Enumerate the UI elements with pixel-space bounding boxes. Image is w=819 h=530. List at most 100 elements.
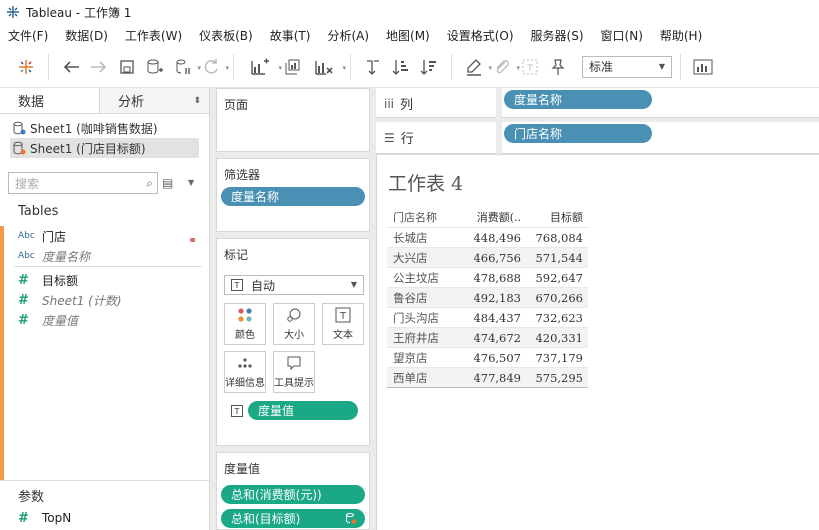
mark-type-select[interactable]: T 自动 ▼	[224, 275, 364, 295]
table-row[interactable]: 长城店 448,496 768,084	[387, 227, 588, 247]
worksheet-title[interactable]: 工作表 4	[388, 169, 463, 196]
menu-analysis[interactable]: 分析(A)	[327, 27, 369, 44]
tab-data[interactable]: 数据	[0, 88, 100, 113]
chevron-down-icon[interactable]: ▼	[188, 178, 194, 187]
pause-updates-icon[interactable]: ▾	[169, 53, 201, 81]
menu-help[interactable]: 帮助(H)	[660, 27, 702, 44]
color-button[interactable]: 颜色	[224, 303, 266, 345]
show-me-icon[interactable]	[689, 53, 717, 81]
string-type-icon: Abc	[18, 251, 35, 261]
param-topn[interactable]: # TopN	[18, 508, 71, 528]
toolbar-separator	[233, 53, 234, 80]
filters-card-title: 筛选器	[224, 168, 261, 182]
tooltip-button[interactable]: 工具提示	[273, 351, 315, 393]
measure-pill-sales[interactable]: 总和(消费额(元))	[221, 485, 365, 504]
table-row[interactable]: 望京店 476,507 737,179	[387, 347, 588, 367]
menu-data[interactable]: 数据(D)	[65, 27, 108, 44]
table-bottom-border	[387, 387, 588, 388]
pages-card[interactable]: 页面	[216, 88, 370, 152]
pin-axes-icon[interactable]	[544, 53, 572, 81]
pill-label: 门店名称	[514, 127, 563, 141]
menu-worksheet[interactable]: 工作表(W)	[125, 27, 182, 44]
columns-shelf[interactable]: iii 列 度量名称	[376, 88, 819, 118]
field-count[interactable]: # Sheet1 (计数)	[18, 290, 122, 310]
highlight-icon[interactable]: ▾	[460, 53, 492, 81]
header-target[interactable]: 目标额	[525, 207, 588, 227]
measure-pill-target[interactable]: 总和(目标额)	[221, 509, 365, 528]
filters-card[interactable]: 筛选器 度量名称	[216, 158, 370, 232]
columns-icon: iii	[384, 96, 395, 111]
marks-card: 标记 T 自动 ▼ 颜色 大小 T 文本 详细信息 工具提示 T 度量值	[216, 238, 370, 446]
datasource-list: Sheet1 (咖啡销售数据) Sheet1 (门店目标额)	[0, 114, 209, 158]
size-button[interactable]: 大小	[273, 303, 315, 345]
menu-file[interactable]: 文件(F)	[8, 27, 48, 44]
datasource-item-sales[interactable]: Sheet1 (咖啡销售数据)	[10, 118, 199, 138]
rows-shelf[interactable]: ☰ 行 门店名称	[376, 122, 819, 154]
tab-data-label: 数据	[18, 95, 45, 110]
cell-target: 732,623	[535, 310, 583, 325]
tableau-home-icon[interactable]	[12, 53, 40, 81]
field-store[interactable]: Abc 门店	[18, 226, 66, 246]
table-row[interactable]: 鲁谷店 492,183 670,266	[387, 287, 588, 307]
view-list-icon[interactable]: ▤	[162, 176, 173, 190]
new-datasource-icon[interactable]	[141, 53, 169, 81]
table-row[interactable]: 公主坟店 478,688 592,647	[387, 267, 588, 287]
field-target[interactable]: # 目标额	[18, 270, 78, 290]
menu-dashboard[interactable]: 仪表板(B)	[199, 27, 253, 44]
field-label: 度量名称	[42, 249, 91, 264]
filter-pill-measure-names[interactable]: 度量名称	[221, 187, 365, 206]
field-measure-names[interactable]: Abc 度量名称	[18, 246, 90, 266]
swap-rows-columns-icon[interactable]	[359, 53, 387, 81]
group-members-icon[interactable]: ▾	[488, 53, 520, 81]
search-input[interactable]: 搜索 ⌕	[8, 172, 158, 194]
refresh-icon[interactable]: ▾	[197, 53, 229, 81]
cell-target: 420,331	[535, 330, 583, 345]
cell-store: 鲁谷店	[393, 290, 428, 305]
table-row[interactable]: 西单店 477,849 575,295	[387, 367, 588, 387]
sort-ascending-icon[interactable]	[387, 53, 415, 81]
text-mark-icon: T	[231, 279, 243, 291]
save-icon[interactable]	[113, 53, 141, 81]
data-pane-tabs: 数据 分析 ⬍	[0, 88, 209, 114]
header-store-name[interactable]: 门店名称	[387, 207, 463, 227]
header-sales[interactable]: 消费额(..	[463, 207, 525, 227]
menu-map[interactable]: 地图(M)	[386, 27, 430, 44]
datasource-item-targets[interactable]: Sheet1 (门店目标额)	[10, 138, 199, 158]
new-worksheet-icon[interactable]: ▾	[242, 53, 282, 81]
cell-store: 长城店	[393, 230, 428, 245]
marks-pill-measure-values[interactable]: 度量值	[248, 401, 358, 420]
table-row[interactable]: 王府井店 474,672 420,331	[387, 327, 588, 347]
rows-pill-store-name[interactable]: 门店名称	[504, 124, 652, 143]
cell-target: 575,295	[535, 370, 583, 385]
cell-store: 王府井店	[393, 330, 439, 345]
detail-button[interactable]: 详细信息	[224, 351, 266, 393]
detail-button-label: 详细信息	[225, 378, 265, 389]
cell-store: 西单店	[393, 370, 428, 385]
clear-sheet-icon[interactable]: ▾	[306, 53, 346, 81]
redo-icon[interactable]	[85, 53, 113, 81]
show-mark-labels-icon[interactable]: T	[516, 53, 544, 81]
duplicate-sheet-icon[interactable]	[278, 53, 306, 81]
number-type-icon: #	[18, 510, 29, 526]
menu-story[interactable]: 故事(T)	[270, 27, 311, 44]
columns-pill-measure-names[interactable]: 度量名称	[504, 90, 652, 109]
cell-store: 公主坟店	[393, 270, 439, 285]
undo-icon[interactable]	[57, 53, 85, 81]
pill-label: 度量值	[258, 404, 295, 418]
menu-format[interactable]: 设置格式(O)	[447, 27, 514, 44]
tab-analysis[interactable]: 分析 ⬍	[100, 88, 209, 113]
table-header: 门店名称 消费额(.. 目标额	[387, 207, 588, 227]
label-button[interactable]: T 文本	[322, 303, 364, 345]
size-icon	[287, 308, 301, 322]
menu-server[interactable]: 服务器(S)	[531, 27, 584, 44]
sort-descending-icon[interactable]	[415, 53, 443, 81]
cell-sales: 476,507	[473, 350, 521, 365]
worksheet-view[interactable]: 工作表 4 门店名称 消费额(.. 目标额 长城店 448,496 768,08…	[376, 154, 819, 530]
table-row[interactable]: 门头沟店 484,437 732,623	[387, 307, 588, 327]
fit-select[interactable]: 标准 ▼	[582, 55, 672, 78]
menu-window[interactable]: 窗口(N)	[601, 27, 643, 44]
field-measure-values[interactable]: # 度量值	[18, 310, 78, 330]
table-row[interactable]: 大兴店 466,756 571,544	[387, 247, 588, 267]
link-icon[interactable]: ⚭	[188, 234, 197, 247]
pill-label: 总和(目标额)	[231, 512, 301, 526]
